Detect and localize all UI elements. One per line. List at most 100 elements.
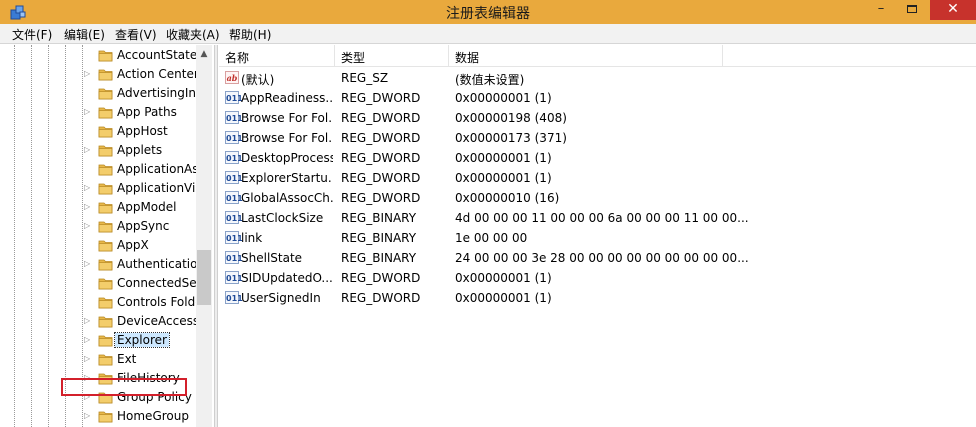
value-row[interactable]: 011 Browse For Fol... REG_DWORD 0x00000198 … <box>219 108 976 128</box>
tree-item-label: DeviceAccess <box>117 314 197 328</box>
tree-item-label: AdvertisingInfo <box>117 86 197 100</box>
tree-item-label: ApplicationAssociationToasts <box>117 162 197 176</box>
tree-item[interactable]: ▷ Ext <box>0 350 196 369</box>
minimize-icon: – <box>877 1 885 16</box>
menu-view[interactable]: 查看(V) <box>115 26 157 43</box>
value-row[interactable]: 011 GlobalAssocCh... REG_DWORD 0x00000010 (… <box>219 188 976 208</box>
column-header-data[interactable]: 数据 <box>449 45 723 67</box>
value-name: LastClockSize <box>241 211 324 225</box>
value-row[interactable]: 011 ExplorerStartu... REG_DWORD 0x00000001 … <box>219 168 976 188</box>
binary-value-icon: 011 <box>225 251 243 264</box>
pane-splitter[interactable] <box>214 45 218 427</box>
menu-edit[interactable]: 编辑(E) <box>64 26 105 43</box>
tree-item[interactable]: AppHost <box>0 122 196 141</box>
value-row[interactable]: 011 link REG_BINARY 1e 00 00 00 <box>219 228 976 248</box>
folder-icon <box>98 259 113 271</box>
scroll-thumb[interactable] <box>197 250 211 305</box>
value-type: REG_DWORD <box>341 111 421 125</box>
value-data: 0x00000010 (16) <box>455 191 560 205</box>
expand-arrow-icon[interactable]: ▷ <box>84 144 94 156</box>
title-bar[interactable]: 注册表编辑器 – ✕ <box>0 0 976 24</box>
menu-file[interactable]: 文件(F) <box>12 26 52 43</box>
folder-icon <box>98 335 113 347</box>
tree-item[interactable]: AppX <box>0 236 196 255</box>
close-icon: ✕ <box>947 1 959 17</box>
expand-arrow-icon[interactable]: ▷ <box>84 334 94 346</box>
tree-item[interactable]: ▷ ApplicationView <box>0 179 197 198</box>
folder-icon <box>98 297 113 309</box>
expand-arrow-icon[interactable]: ▷ <box>84 201 94 213</box>
column-header-name[interactable]: 名称 <box>219 45 335 67</box>
value-row[interactable]: 011 LastClockSize REG_BINARY 4d 00 00 00 11… <box>219 208 976 228</box>
column-header-type[interactable]: 类型 <box>335 45 449 67</box>
folder-icon <box>98 88 113 100</box>
expand-arrow-icon[interactable]: ▷ <box>84 315 94 327</box>
maximize-button[interactable] <box>898 0 926 20</box>
expand-arrow-icon[interactable]: ▷ <box>84 182 94 194</box>
value-name: Browse For Fol... <box>241 111 333 125</box>
binary-value-icon: 011 <box>225 171 243 184</box>
tree-item-label: Controls Folder <box>117 295 197 309</box>
tree-item[interactable]: ▷ AppSync <box>0 217 196 236</box>
value-type: REG_DWORD <box>341 291 421 305</box>
value-row[interactable]: 011 DesktopProcess REG_DWORD 0x00000001 (1) <box>219 148 976 168</box>
minimize-button[interactable]: – <box>868 0 894 20</box>
expand-arrow-icon[interactable]: ▷ <box>84 68 94 80</box>
value-name: DesktopProcess <box>241 151 333 165</box>
tree-item[interactable]: ▷ Action Center <box>0 65 197 84</box>
value-row[interactable]: 011 ShellState REG_BINARY 24 00 00 00 3e 28… <box>219 248 976 268</box>
tree-item-label: Authentication <box>117 257 197 271</box>
value-data: 0x00000198 (408) <box>455 111 567 125</box>
tree-item[interactable]: ▷ AppModel <box>0 198 196 217</box>
value-data: 0x00000001 (1) <box>455 171 552 185</box>
values-list[interactable]: 名称 类型 数据 ab (默认) REG_SZ (数值未设置) 011 AppReadin… <box>219 45 976 427</box>
key-tree[interactable]: AccountState ▷ Action Center AdvertisingI… <box>0 45 214 427</box>
tree-item-label: ConnectedSearch <box>117 276 197 290</box>
tree-item[interactable]: ▷ Applets <box>0 141 196 160</box>
tree-item-label: App Paths <box>117 105 177 119</box>
menu-help[interactable]: 帮助(H) <box>229 26 271 43</box>
tree-item-label: HomeGroup <box>117 409 189 423</box>
expand-arrow-icon[interactable]: ▷ <box>84 353 94 365</box>
expand-arrow-icon[interactable]: ▷ <box>84 258 94 270</box>
tree-item[interactable]: ▷ Explorer <box>0 331 196 350</box>
value-data: (数值未设置) <box>455 73 525 87</box>
value-type: REG_BINARY <box>341 251 417 265</box>
expand-arrow-icon[interactable]: ▷ <box>84 106 94 118</box>
value-row[interactable]: 011 UserSignedIn REG_DWORD 0x00000001 (1) <box>219 288 976 308</box>
value-row[interactable]: ab (默认) REG_SZ (数值未设置) <box>219 68 976 88</box>
expand-arrow-icon[interactable]: ▷ <box>84 410 94 422</box>
tree-item[interactable]: ▷ DeviceAccess <box>0 312 197 331</box>
tree-item[interactable]: AccountState <box>0 46 197 65</box>
value-row[interactable]: 011 SIDUpdatedO... REG_DWORD 0x00000001 (1) <box>219 268 976 288</box>
tree-item-label: AccountState <box>117 48 197 62</box>
value-name: ExplorerStartu... <box>241 171 333 185</box>
binary-value-icon: 011 <box>225 151 243 164</box>
tree-item[interactable]: AdvertisingInfo <box>0 84 197 103</box>
close-button[interactable]: ✕ <box>930 0 976 20</box>
tree-item[interactable]: ▷ HomeGroup <box>0 407 196 426</box>
value-data: 0x00000001 (1) <box>455 151 552 165</box>
tree-scrollbar[interactable]: ▲ <box>196 45 212 427</box>
expand-arrow-icon[interactable]: ▷ <box>84 220 94 232</box>
tree-item[interactable]: ConnectedSearch <box>0 274 197 293</box>
tree-item-label: ApplicationView <box>117 181 197 195</box>
folder-icon <box>98 354 113 366</box>
list-header: 名称 类型 数据 <box>219 45 976 67</box>
tree-item[interactable]: Controls Folder <box>0 293 197 312</box>
menu-favorites[interactable]: 收藏夹(A) <box>166 26 220 43</box>
tree-item[interactable]: ▷ Authentication <box>0 255 197 274</box>
value-name: AppReadiness... <box>241 91 333 105</box>
value-type: REG_SZ <box>341 71 389 85</box>
scroll-up-arrow-icon[interactable]: ▲ <box>196 47 212 61</box>
value-row[interactable]: 011 AppReadiness... REG_DWORD 0x00000001 (1… <box>219 88 976 108</box>
tree-item[interactable]: ApplicationAssociationToasts <box>0 160 197 179</box>
value-row[interactable]: 011 Browse For Fol... REG_DWORD 0x00000173 … <box>219 128 976 148</box>
value-type: REG_DWORD <box>341 131 421 145</box>
tree-item[interactable]: ▷ App Paths <box>0 103 196 122</box>
binary-value-icon: 011 <box>225 231 243 244</box>
value-data: 0x00000001 (1) <box>455 91 552 105</box>
value-data: 0x00000001 (1) <box>455 271 552 285</box>
value-name: Browse For Fol... <box>241 131 333 145</box>
folder-icon <box>98 278 113 290</box>
